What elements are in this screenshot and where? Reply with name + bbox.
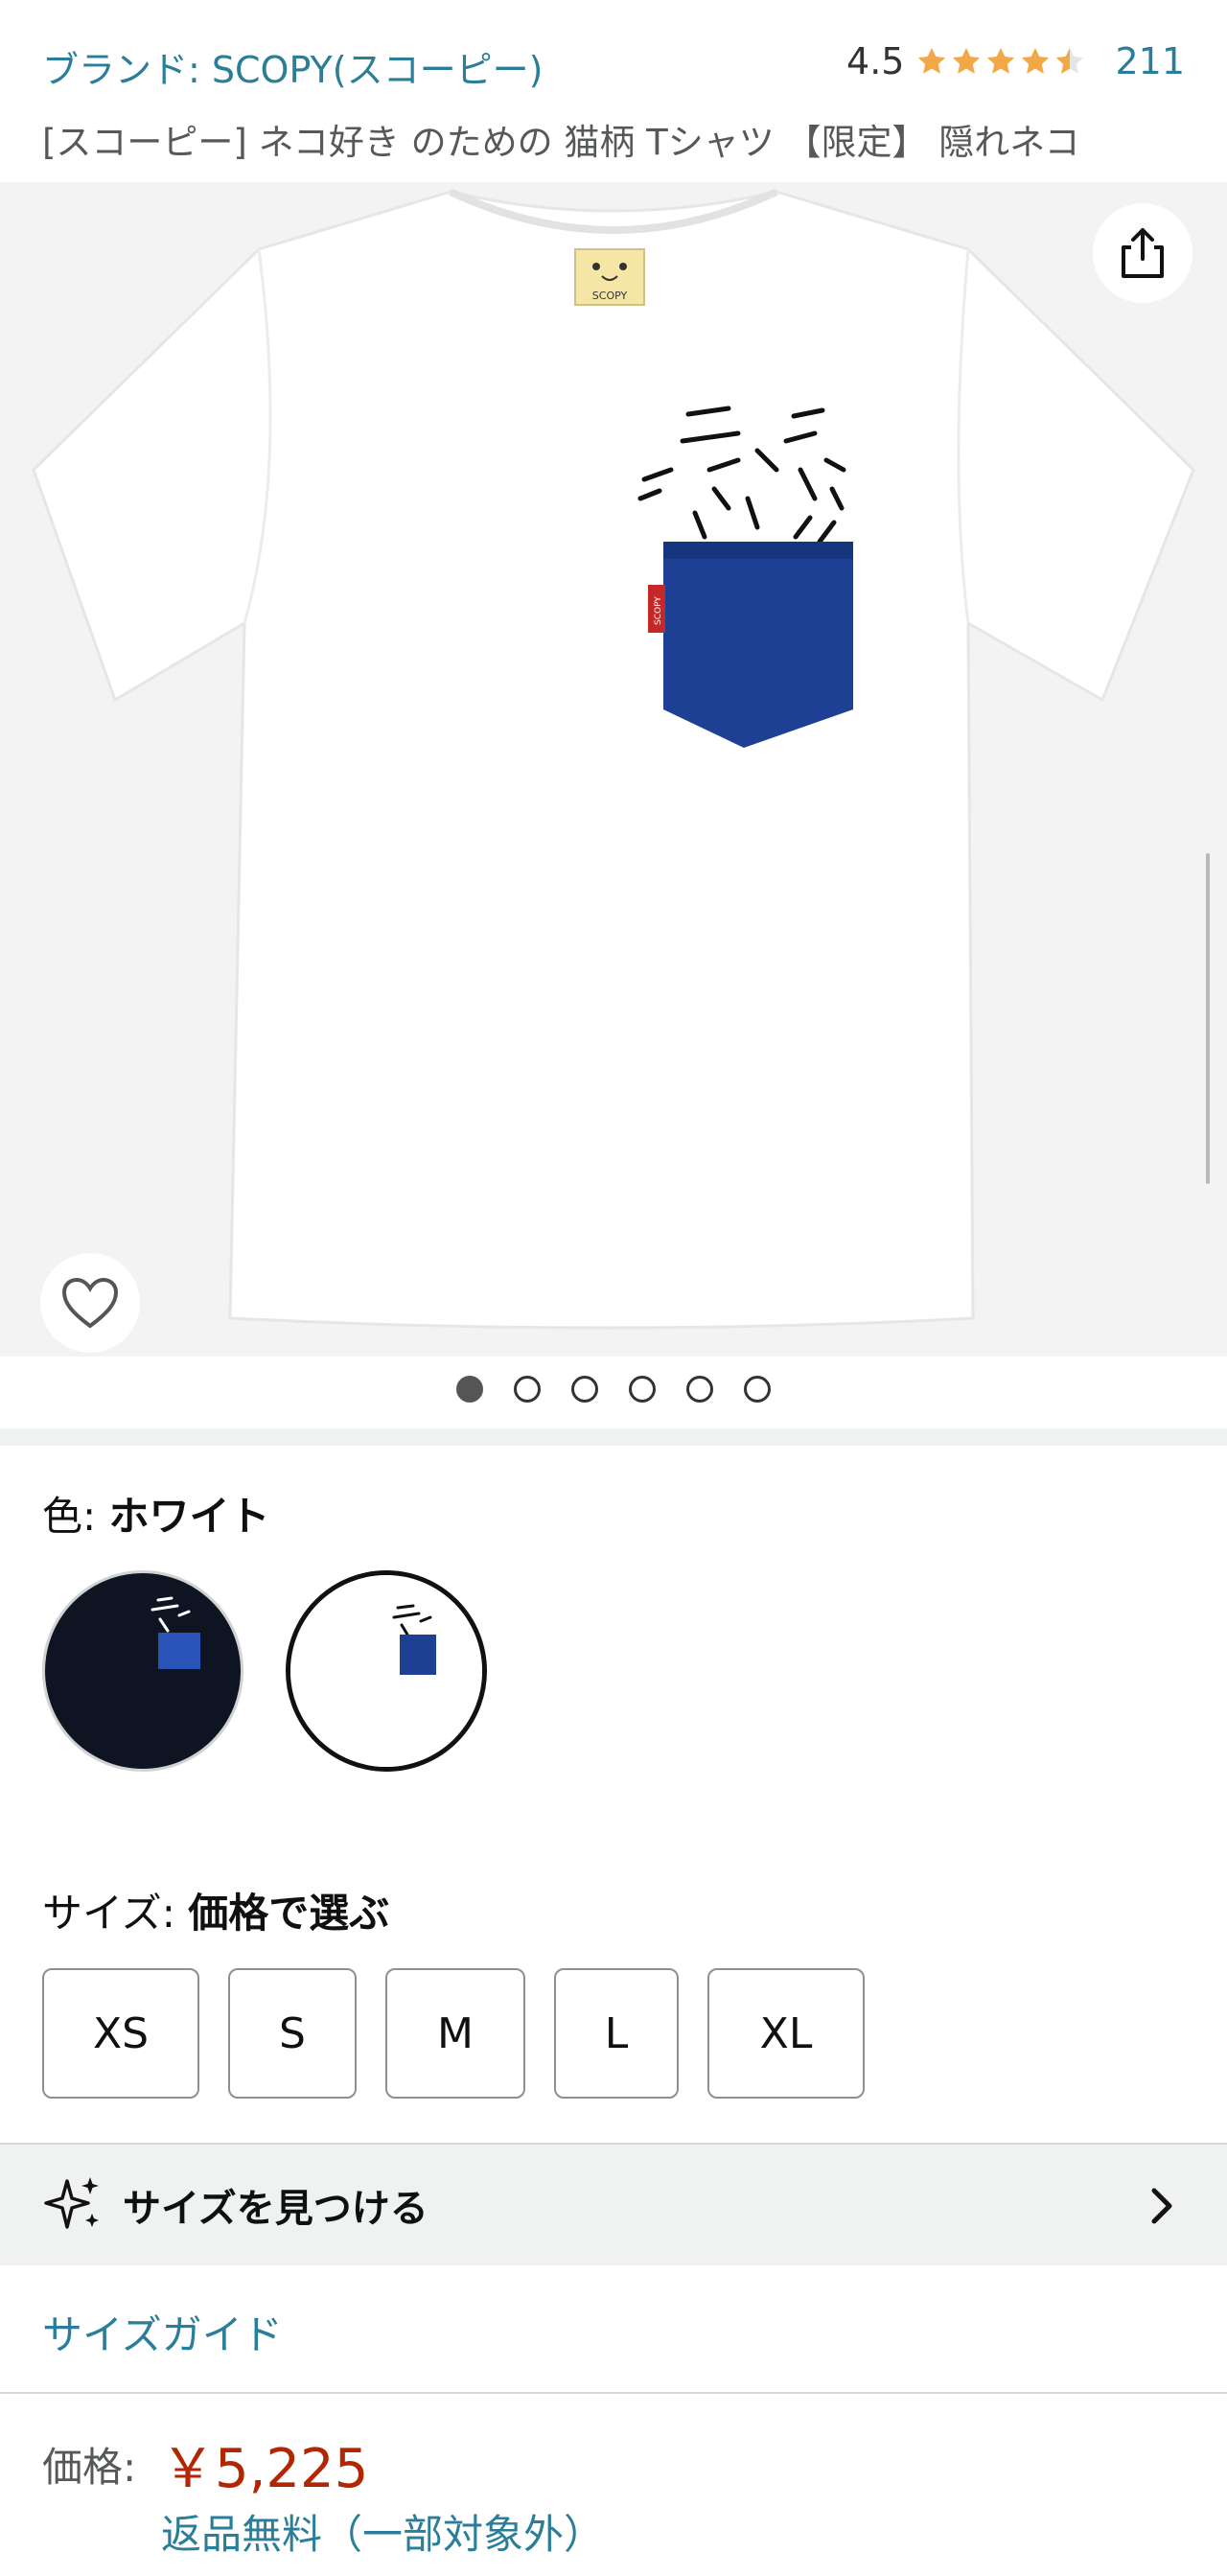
size-guide-link[interactable]: サイズガイド (42, 2303, 283, 2361)
size-selection-hint: 価格で選ぶ (188, 1890, 390, 1937)
pagination-dot[interactable] (456, 1376, 483, 1403)
rating-value: 4.5 (846, 40, 905, 82)
star-rating (915, 45, 1086, 78)
color-prefix: 色: (42, 1493, 109, 1540)
section-divider (0, 2392, 1227, 2394)
pagination-dot[interactable] (744, 1376, 771, 1403)
rating[interactable]: 4.5 211 (846, 40, 1185, 82)
size-option-xs[interactable]: XS (42, 1968, 199, 2099)
side-label-text: SCOPY (654, 596, 663, 625)
size-option-m[interactable]: M (385, 1968, 525, 2099)
size-label: サイズ: 価格で選ぶ (42, 1881, 389, 1939)
chevron-right-icon (1151, 2188, 1172, 2224)
product-image[interactable]: SCOPY SCOPY (0, 182, 1227, 1357)
half-star-icon (1056, 47, 1084, 74)
black-shirt-thumbnail (45, 1573, 241, 1769)
pagination-dot[interactable] (686, 1376, 713, 1403)
size-option-s[interactable]: S (228, 1968, 357, 2099)
size-option-l[interactable]: L (554, 1968, 679, 2099)
star-icon (987, 47, 1015, 74)
rating-count[interactable]: 211 (1115, 40, 1185, 82)
star-icon (918, 47, 946, 74)
price-value: ￥5,225 (161, 2438, 369, 2500)
white-shirt-thumbnail (290, 1575, 482, 1767)
selected-color: ホワイト (108, 1493, 270, 1540)
favorite-button[interactable] (40, 1253, 140, 1353)
product-image-gallery[interactable]: SCOPY SCOPY (0, 182, 1227, 1357)
star-icon (953, 47, 981, 74)
share-button[interactable] (1093, 203, 1192, 303)
sparkle-icon (44, 2177, 99, 2229)
brand-link[interactable]: ブランド: SCOPY(スコーピー) (42, 40, 543, 93)
share-icon (1122, 228, 1164, 278)
find-size-button[interactable]: サイズを見つける (0, 2143, 1227, 2265)
product-title: [スコーピー] ネコ好き のための 猫柄 Tシャツ 【限定】 隠れネコ (42, 122, 1080, 163)
size-options: XS S M L XL (42, 1968, 865, 2099)
image-pagination[interactable] (0, 1366, 1227, 1414)
size-option-xl[interactable]: XL (707, 1968, 865, 2099)
pagination-dot[interactable] (514, 1376, 541, 1403)
section-divider (0, 1428, 1227, 1446)
neck-tag-text: SCOPY (592, 290, 628, 302)
find-size-label: サイズを見つける (123, 2187, 428, 2231)
color-swatch-white[interactable] (286, 1570, 487, 1772)
price-label: 価格: (42, 2444, 137, 2491)
pagination-dot[interactable] (629, 1376, 656, 1403)
pagination-dot[interactable] (571, 1376, 598, 1403)
heart-icon (61, 1277, 119, 1329)
free-returns-link[interactable]: 返品無料（一部対象外） (161, 2502, 604, 2561)
star-icon (1022, 47, 1050, 74)
color-swatch-black[interactable] (42, 1570, 243, 1772)
size-prefix: サイズ: (42, 1890, 189, 1937)
color-label: 色: ホワイト (42, 1484, 270, 1543)
gallery-scrollbar[interactable] (1206, 853, 1210, 1184)
header: ブランド: SCOPY(スコーピー) 4.5 211 [スコーピー] ネコ好き … (0, 0, 1227, 163)
